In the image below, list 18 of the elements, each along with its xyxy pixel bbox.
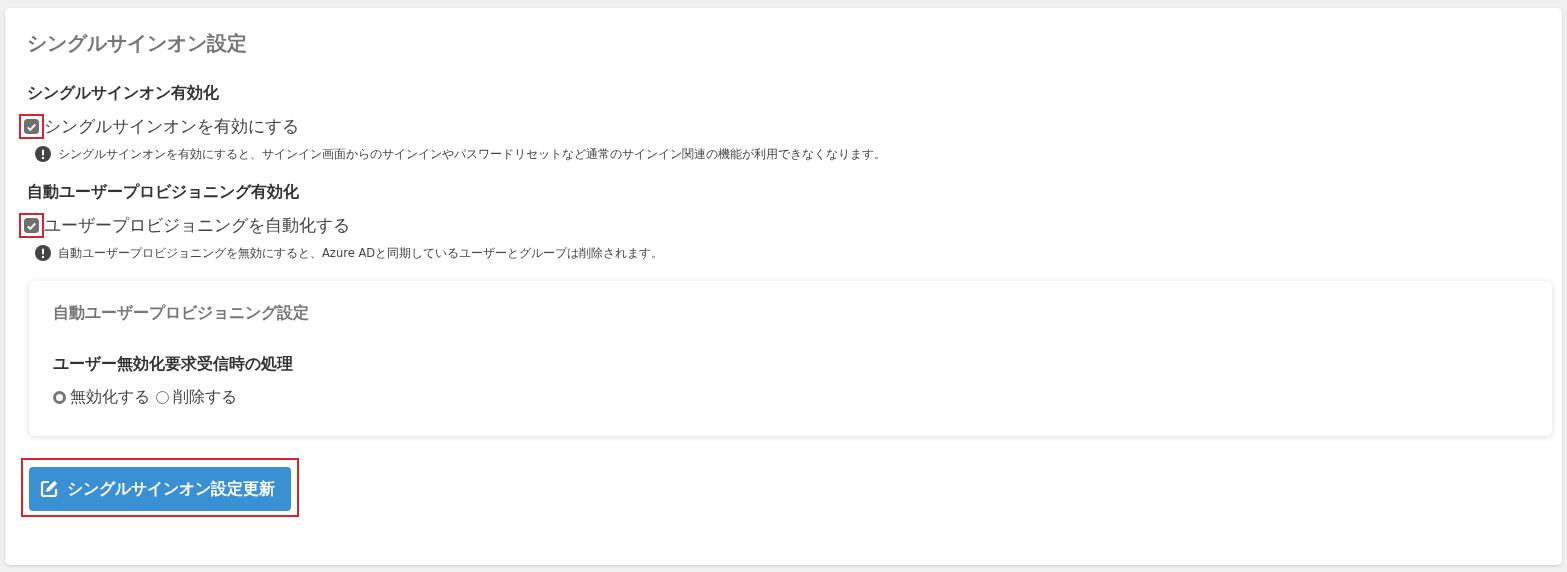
- warning-note: シングルサインオンを有効にすると、サインイン画面からのサインインやパスワードリセットなど通常のサインイン関連の機能が利用できなくなります。: [58, 146, 886, 162]
- checkbox-label[interactable]: シングルサインオンを有効にする: [44, 115, 299, 138]
- checkbox[interactable]: [24, 218, 39, 233]
- radio-button[interactable]: [53, 391, 66, 404]
- radio-button[interactable]: [156, 391, 169, 404]
- field-label: ユーザー無効化要求受信時の処理: [53, 354, 294, 375]
- panel-title: 自動ユーザープロビジョニング設定: [53, 303, 310, 324]
- warning-note: 自動ユーザープロビジョニングを無効にすると、Azure ADと同期しているユーザーとグループは削除されます。: [58, 245, 664, 261]
- warning-icon: [35, 245, 51, 261]
- checkbox-label[interactable]: ユーザープロビジョニングを自動化する: [44, 214, 350, 237]
- edit-icon: [39, 479, 59, 499]
- checkbox[interactable]: [24, 119, 39, 134]
- radio-label[interactable]: 無効化する: [70, 387, 150, 408]
- section-heading: 自動ユーザープロビジョニング有効化: [27, 182, 300, 203]
- page-title: シングルサインオン設定: [27, 30, 248, 57]
- radio-label[interactable]: 削除する: [173, 387, 237, 408]
- section-heading: シングルサインオン有効化: [27, 83, 220, 104]
- warning-icon: [35, 146, 51, 162]
